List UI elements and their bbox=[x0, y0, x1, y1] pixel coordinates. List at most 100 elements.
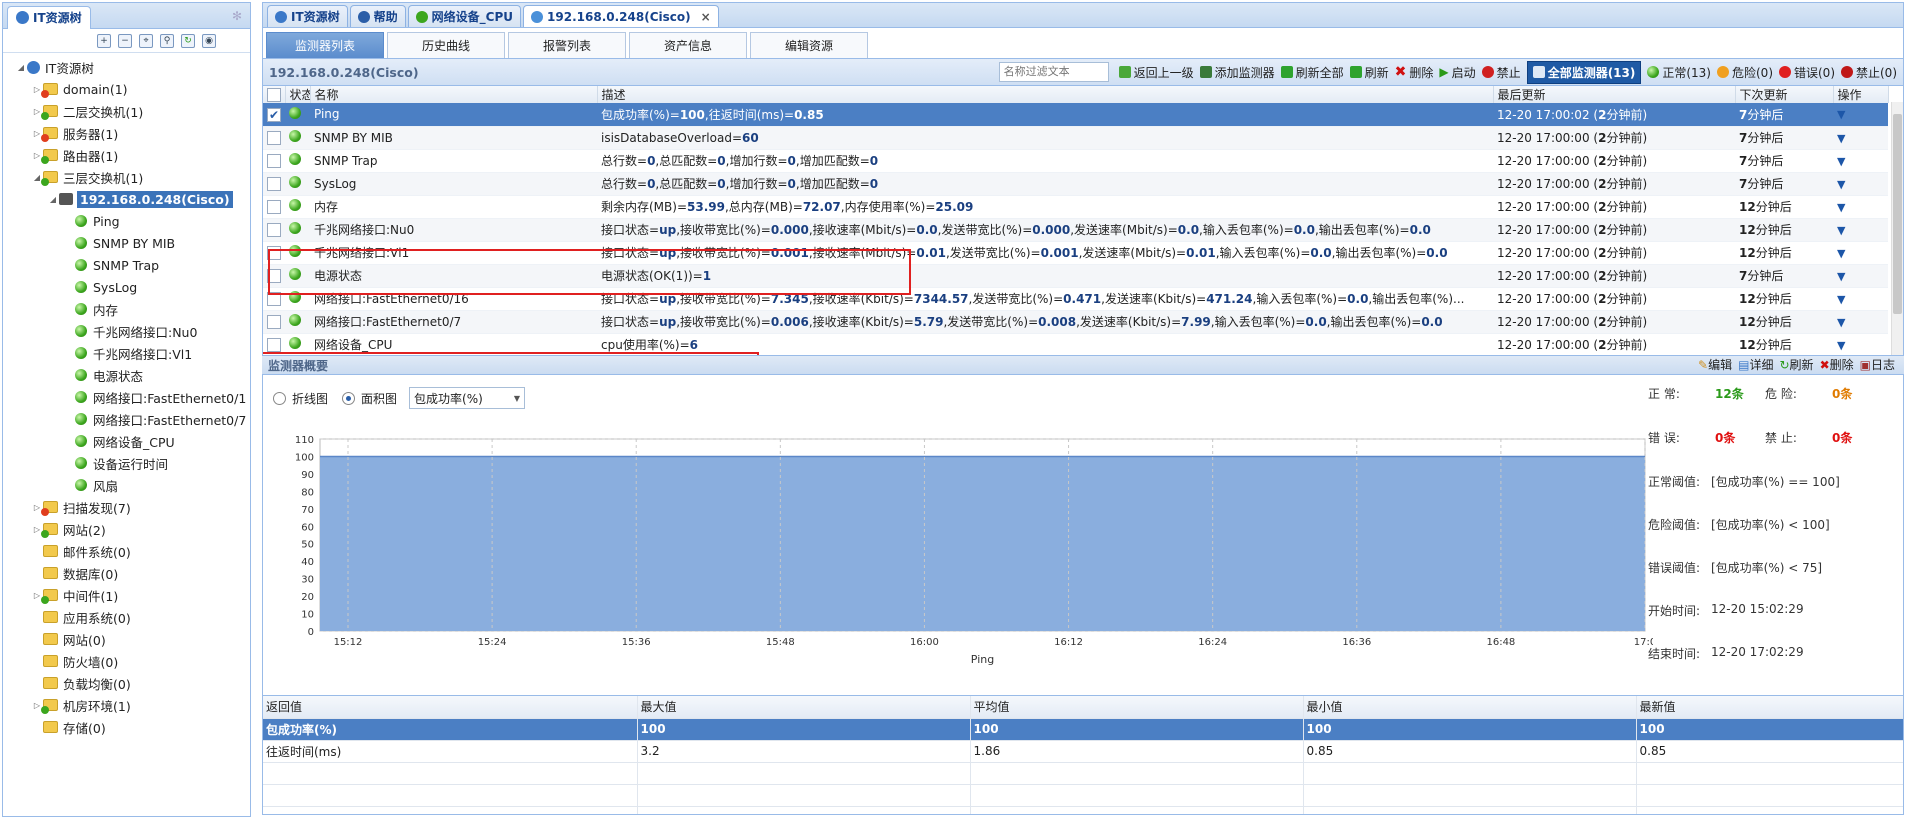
row-select-cell[interactable] bbox=[263, 172, 285, 196]
dropdown-arrow-icon[interactable]: ▼ bbox=[1837, 201, 1845, 214]
tree-node[interactable]: 千兆网络接口:Nu0 bbox=[3, 320, 250, 342]
returns-col-header[interactable]: 最新值 bbox=[1636, 696, 1903, 719]
delete-button[interactable]: ✖ 删除 bbox=[1395, 64, 1434, 81]
filter-normal[interactable]: 正常(13) bbox=[1647, 64, 1711, 81]
all-monitors-filter[interactable]: 全部监测器(13) bbox=[1526, 60, 1642, 84]
table-row[interactable]: 内存 剩余内存(MB)=53.99,总内存(MB)=72.07,内存使用率(%)=… bbox=[263, 195, 1888, 219]
name-filter-input[interactable] bbox=[998, 62, 1109, 82]
tree-node[interactable]: ▷ 机房环境(1) bbox=[3, 694, 250, 716]
name-cell[interactable]: SNMP BY MIB bbox=[310, 126, 597, 150]
tree-node[interactable]: ▷ 中间件(1) bbox=[3, 584, 250, 606]
table-row[interactable]: 千兆网络接口:Nu0 接口状态=up,接收带宽比(%)=0.000,接收速率(Mb… bbox=[263, 218, 1888, 242]
detail-button[interactable]: ▤详细 bbox=[1738, 356, 1773, 373]
grid-scrollbar[interactable] bbox=[1891, 102, 1903, 355]
row-checkbox[interactable] bbox=[267, 176, 281, 191]
row-action-cell[interactable]: ▼ bbox=[1833, 103, 1888, 127]
overview-delete-button[interactable]: ✖删除 bbox=[1820, 356, 1854, 373]
tree-node[interactable]: 防火墙(0) bbox=[3, 650, 250, 672]
tree-node[interactable]: ▷ domain(1) bbox=[3, 78, 250, 100]
row-checkbox[interactable] bbox=[267, 153, 281, 168]
area-chart-radio[interactable] bbox=[342, 391, 356, 405]
log-button[interactable]: ▣日志 bbox=[1860, 356, 1895, 373]
filter-error[interactable]: 错误(0) bbox=[1779, 64, 1835, 81]
tree-node[interactable]: 电源状态 bbox=[3, 364, 250, 386]
gear-icon[interactable]: ✻ bbox=[232, 9, 242, 23]
add-monitor-button[interactable]: 添加监测器 bbox=[1199, 64, 1275, 81]
tree-node[interactable]: 网络设备_CPU bbox=[3, 430, 250, 452]
row-select-cell[interactable] bbox=[263, 218, 285, 242]
tree-node[interactable]: ▷ 网站(2) bbox=[3, 518, 250, 540]
tree-node[interactable]: ▷ 扫描发现(7) bbox=[3, 496, 250, 518]
name-cell[interactable]: Ping bbox=[310, 103, 597, 127]
refresh-button[interactable]: 刷新 bbox=[1349, 64, 1389, 81]
returns-row[interactable] bbox=[263, 784, 1903, 807]
row-checkbox[interactable] bbox=[267, 130, 281, 145]
tree-node[interactable]: 应用系统(0) bbox=[3, 606, 250, 628]
tree-node[interactable]: SysLog bbox=[3, 276, 250, 298]
row-action-cell[interactable]: ▼ bbox=[1833, 310, 1888, 334]
back-button[interactable]: 返回上一级 bbox=[1118, 64, 1194, 81]
returns-col-header[interactable]: 平均值 bbox=[970, 696, 1304, 719]
view-icon[interactable]: ◉ bbox=[202, 33, 216, 48]
dropdown-arrow-icon[interactable]: ▼ bbox=[1837, 224, 1845, 237]
col-last-update[interactable]: 最后更新 bbox=[1493, 86, 1736, 103]
col-desc[interactable]: 描述 bbox=[597, 86, 1494, 103]
line-chart-radio[interactable] bbox=[273, 391, 286, 405]
dropdown-arrow-icon[interactable]: ▼ bbox=[1837, 178, 1845, 191]
row-checkbox[interactable]: ✔ bbox=[267, 107, 281, 122]
col-name[interactable]: 名称 bbox=[310, 86, 598, 103]
dropdown-arrow-icon[interactable]: ▼ bbox=[1837, 247, 1845, 260]
row-action-cell[interactable]: ▼ bbox=[1833, 172, 1888, 196]
dropdown-arrow-icon[interactable]: ▼ bbox=[1837, 293, 1845, 306]
sub-tab[interactable]: 资产信息 bbox=[629, 32, 747, 58]
tree-node[interactable]: 邮件系统(0) bbox=[3, 540, 250, 562]
row-action-cell[interactable]: ▼ bbox=[1833, 149, 1888, 173]
select-all-checkbox[interactable] bbox=[267, 87, 281, 102]
row-action-cell[interactable]: ▼ bbox=[1833, 333, 1888, 355]
dropdown-arrow-icon[interactable]: ▼ bbox=[1837, 316, 1845, 329]
row-select-cell[interactable] bbox=[263, 126, 285, 150]
chevron-down-icon[interactable]: ◢ bbox=[15, 63, 27, 72]
row-action-cell[interactable]: ▼ bbox=[1833, 241, 1888, 265]
row-select-cell[interactable]: ✔ bbox=[263, 103, 285, 127]
tree-node[interactable]: 数据库(0) bbox=[3, 562, 250, 584]
row-checkbox[interactable] bbox=[267, 337, 281, 352]
tree-node[interactable]: SNMP BY MIB bbox=[3, 232, 250, 254]
dropdown-arrow-icon[interactable]: ▼ bbox=[1837, 155, 1845, 168]
table-row[interactable]: ✔ Ping 包成功率(%)=100,往返时间(ms)=0.85 12-20 17:0… bbox=[263, 103, 1888, 127]
row-checkbox[interactable] bbox=[267, 222, 281, 237]
name-cell[interactable]: 内存 bbox=[310, 195, 597, 219]
top-tab[interactable]: 192.168.0.248(Cisco) × bbox=[523, 5, 719, 27]
col-next-update[interactable]: 下次更新 bbox=[1735, 86, 1834, 103]
tree-node[interactable]: 千兆网络接口:Vl1 bbox=[3, 342, 250, 364]
filter-danger[interactable]: 危险(0) bbox=[1717, 64, 1773, 81]
collapse-all-icon[interactable]: − bbox=[118, 33, 132, 48]
returns-row[interactable]: 包成功率(%) 100 100 100 100 bbox=[263, 718, 1903, 741]
name-cell[interactable]: 网络接口:FastEthernet0/7 bbox=[310, 310, 597, 334]
table-row[interactable]: SNMP BY MIB isisDatabaseOverload=60 12-20 … bbox=[263, 126, 1888, 150]
tree-node[interactable]: Ping bbox=[3, 210, 250, 232]
select-all-header[interactable] bbox=[263, 86, 286, 103]
dropdown-arrow-icon[interactable]: ▼ bbox=[1837, 339, 1845, 352]
refresh-icon[interactable]: ↻ bbox=[181, 33, 195, 48]
col-status[interactable]: 状态 bbox=[285, 86, 311, 103]
row-select-cell[interactable] bbox=[263, 149, 285, 173]
row-select-cell[interactable] bbox=[263, 310, 285, 334]
tree-node[interactable]: 网络接口:FastEthernet0/1 bbox=[3, 386, 250, 408]
top-tab[interactable]: 帮助 bbox=[349, 5, 406, 27]
refresh-all-button[interactable]: 刷新全部 bbox=[1280, 64, 1344, 81]
top-tab[interactable]: IT资源树 bbox=[267, 5, 348, 27]
row-checkbox[interactable] bbox=[267, 199, 281, 214]
returns-row[interactable] bbox=[263, 806, 1903, 814]
sub-tab[interactable]: 历史曲线 bbox=[387, 32, 505, 58]
name-cell[interactable]: SNMP Trap bbox=[310, 149, 597, 173]
table-row[interactable]: SNMP Trap 总行数=0,总匹配数=0,增加行数=0,增加匹配数=0 12-2… bbox=[263, 149, 1888, 173]
tree-node[interactable]: ◢ 三层交换机(1) bbox=[3, 166, 250, 188]
tree-node[interactable]: ▷ 路由器(1) bbox=[3, 144, 250, 166]
returns-row[interactable]: 往返时间(ms) 3.2 1.86 0.85 0.85 bbox=[263, 740, 1903, 763]
table-row[interactable]: SysLog 总行数=0,总匹配数=0,增加行数=0,增加匹配数=0 12-20 1… bbox=[263, 172, 1888, 196]
tree-node[interactable]: SNMP Trap bbox=[3, 254, 250, 276]
tree-node[interactable]: 设备运行时间 bbox=[3, 452, 250, 474]
disable-button[interactable]: 禁止 bbox=[1481, 64, 1521, 81]
filter-banned[interactable]: 禁止(0) bbox=[1841, 64, 1897, 81]
